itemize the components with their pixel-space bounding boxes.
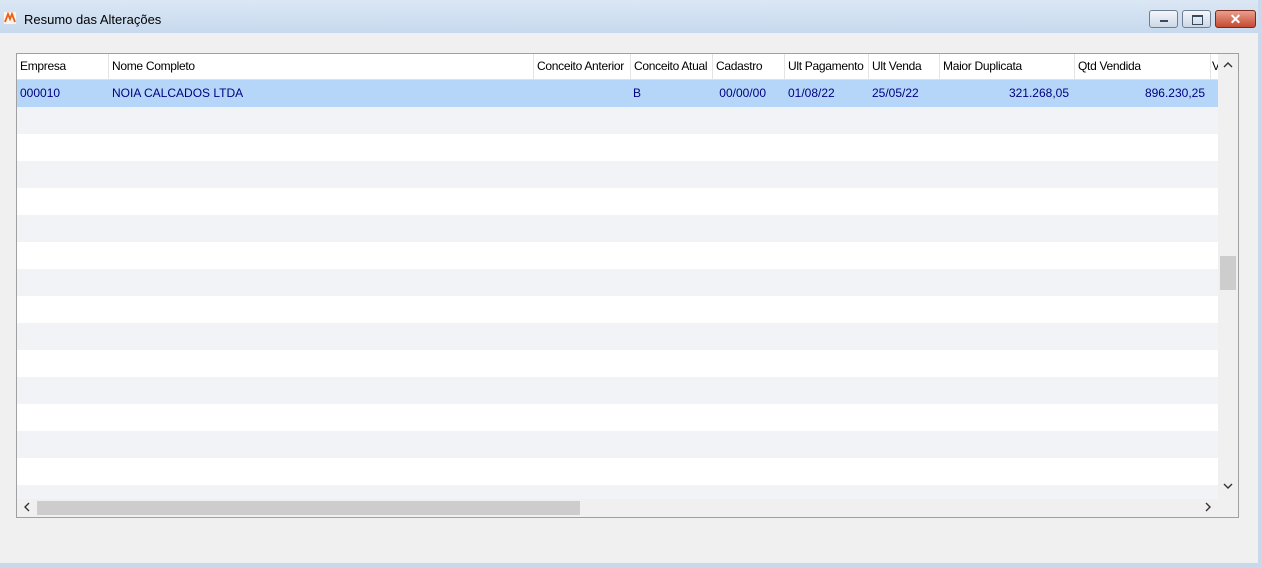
grid-header: Empresa Nome Completo Conceito Anterior … [17, 54, 1218, 80]
empty-row [17, 215, 1218, 242]
app-logo-icon [4, 11, 16, 24]
empty-row [17, 350, 1218, 377]
empty-row [17, 323, 1218, 350]
cell-nome-completo: NOIA CALCADOS LTDA [112, 86, 244, 100]
horizontal-scroll-thumb[interactable] [37, 501, 580, 515]
column-header-empresa[interactable]: Empresa [17, 54, 109, 79]
close-icon: ✕ [1229, 11, 1242, 27]
scroll-left-icon[interactable] [17, 499, 37, 517]
empty-row [17, 377, 1218, 404]
cell-cadastro: 00/00/00 [719, 86, 766, 100]
window-title: Resumo das Alterações [24, 12, 162, 27]
changes-grid[interactable]: Empresa Nome Completo Conceito Anterior … [16, 53, 1239, 518]
vertical-scroll-thumb[interactable] [1220, 256, 1236, 290]
cell-ult-venda: 25/05/22 [872, 86, 919, 100]
scroll-down-icon[interactable] [1218, 477, 1238, 497]
column-header-v[interactable]: V [1211, 54, 1218, 79]
horizontal-scrollbar[interactable] [17, 499, 1218, 517]
window: Resumo das Alterações ✕ Empresa Nome Com… [0, 0, 1262, 568]
column-header-conceito-atual[interactable]: Conceito Atual [631, 54, 713, 79]
empty-row [17, 188, 1218, 215]
scroll-right-icon[interactable] [1198, 499, 1218, 517]
column-header-conceito-anterior[interactable]: Conceito Anterior [534, 54, 631, 79]
cell-conceito-anterior [534, 80, 631, 107]
empty-row [17, 404, 1218, 431]
column-header-ult-pagamento[interactable]: Ult Pagamento [785, 54, 869, 79]
empty-row [17, 296, 1218, 323]
cell-qtd-vendida: 896.230,25 [1144, 86, 1205, 100]
title-bar[interactable]: Resumo das Alterações ✕ [0, 0, 1258, 33]
table-row[interactable]: 000010 NOIA CALCADOS LTDA B 00/00/00 01/… [17, 80, 1218, 107]
column-header-maior-duplicata[interactable]: Maior Duplicata [940, 54, 1075, 79]
close-button[interactable]: ✕ [1215, 10, 1256, 28]
column-header-cadastro[interactable]: Cadastro [713, 54, 785, 79]
empty-row [17, 161, 1218, 188]
column-header-ult-venda[interactable]: Ult Venda [869, 54, 940, 79]
cell-empresa: 000010 [20, 86, 61, 100]
scrollbar-corner [1218, 499, 1238, 517]
grid-rows: 000010 NOIA CALCADOS LTDA B 00/00/00 01/… [17, 80, 1218, 499]
cell-maior-duplicata: 321.268,05 [1008, 86, 1069, 100]
empty-row [17, 458, 1218, 485]
empty-row [17, 485, 1218, 499]
empty-row [17, 431, 1218, 458]
cell-conceito-atual: B [633, 86, 642, 100]
column-header-nome-completo[interactable]: Nome Completo [109, 54, 534, 79]
empty-row [17, 269, 1218, 296]
vertical-scrollbar[interactable] [1218, 54, 1238, 499]
minimize-button[interactable] [1149, 10, 1178, 28]
empty-row [17, 107, 1218, 134]
maximize-button[interactable] [1182, 10, 1211, 28]
empty-row [17, 242, 1218, 269]
cell-ult-pagamento: 01/08/22 [788, 86, 835, 100]
maximize-icon [1192, 15, 1203, 25]
scroll-up-icon[interactable] [1218, 56, 1238, 76]
minimize-icon [1160, 20, 1168, 22]
column-header-qtd-vendida[interactable]: Qtd Vendida [1075, 54, 1211, 79]
empty-row [17, 134, 1218, 161]
